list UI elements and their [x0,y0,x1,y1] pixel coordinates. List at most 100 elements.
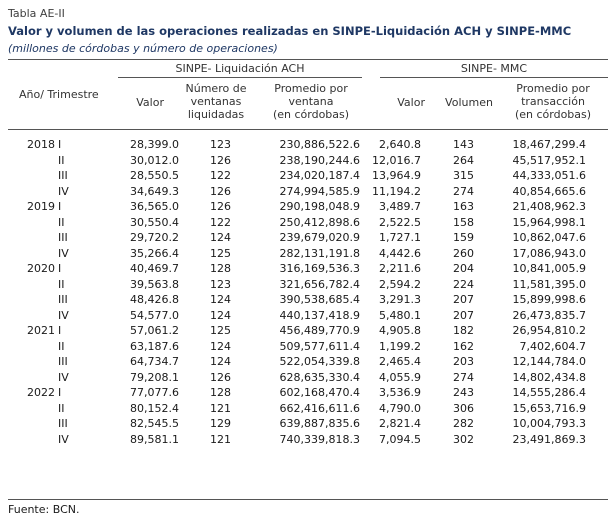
cell-mmc-promedio: 10,004,793.3 [512,417,586,431]
cell-mmc-promedio: 15,653,716.9 [512,401,586,415]
cell-ach-valor: 28,550.5 [130,169,179,183]
cell-ach-numero: 124 [210,339,231,353]
cell-year [0,230,55,246]
cell-mmc-promedio: 10,841,005.9 [512,262,586,276]
cell-mmc-valor: 4,442.6 [379,246,421,260]
cell-ach-valor: 89,581.1 [130,432,179,446]
cell-ach-valor: 63,187.6 [130,339,179,353]
cell-mmc-valor: 2,522.5 [379,215,421,229]
cell-ach-promedio: 321,656,782.4 [279,277,360,291]
cell-quarter: II [58,401,65,415]
group-mmc-rule [380,77,608,78]
cell-quarter: IV [58,432,69,446]
data-table-body: 2018 I 28,399.0 123 230,886,522.6 2,640.8 143 1… [0,137,586,447]
cell-mmc-promedio: 7,402,604.7 [519,339,586,353]
cell-quarter: II [58,153,65,167]
cell-ach-promedio: 390,538,685.4 [279,293,360,307]
cell-year [0,416,55,432]
cell-year [0,370,55,386]
source-note: Fuente: BCN. [8,503,80,516]
cell-ach-valor: 79,208.1 [130,370,179,384]
cell-ach-promedio: 662,416,611.6 [279,401,360,415]
cell-ach-promedio: 282,131,191.8 [279,246,360,260]
cell-ach-numero: 121 [210,432,231,446]
cell-mmc-promedio: 23,491,869.3 [512,432,586,446]
cell-mmc-valor: 2,821.4 [379,417,421,431]
table-row: III 64,734.7 124 522,054,339.8 2,465.4 203 12,… [0,354,586,370]
cell-mmc-volumen: 162 [453,339,474,353]
cell-mmc-promedio: 15,964,998.1 [512,215,586,229]
header-ach-valor: Valor [136,96,164,109]
cell-ach-numero: 126 [210,370,231,384]
cell-year [0,184,55,200]
table-row: III 82,545.5 129 639,887,835.6 2,821.4 282 10,… [0,416,586,432]
table-row: 2020 I 40,469.7 128 316,169,536.3 2,211.6 204 1… [0,261,586,277]
cell-mmc-volumen: 243 [453,386,474,400]
header-mmc-valor: Valor [397,96,425,109]
cell-ach-numero: 128 [210,262,231,276]
cell-ach-valor: 36,565.0 [130,200,179,214]
cell-mmc-valor: 3,489.7 [379,200,421,214]
cell-ach-valor: 82,545.5 [130,417,179,431]
cell-year [0,308,55,324]
cell-mmc-valor: 2,594.2 [379,277,421,291]
table-row: 2022 I 77,077.6 128 602,168,470.4 3,536.9 243 1… [0,385,586,401]
cell-year [0,277,55,293]
cell-ach-valor: 48,426.8 [130,293,179,307]
cell-ach-numero: 124 [210,231,231,245]
cell-ach-valor: 30,012.0 [130,153,179,167]
cell-mmc-promedio: 26,954,810.2 [512,324,586,338]
cell-ach-promedio: 238,190,244.6 [279,153,360,167]
cell-mmc-volumen: 264 [453,153,474,167]
cell-ach-numero: 125 [210,324,231,338]
table-row: IV 54,577.0 124 440,137,418.9 5,480.1 207 26,4… [0,308,586,324]
cell-ach-promedio: 274,994,585.9 [279,184,360,198]
cell-ach-valor: 77,077.6 [130,386,179,400]
cell-quarter: IV [58,370,69,384]
cell-mmc-volumen: 159 [453,231,474,245]
table-row: IV 34,649.3 126 274,994,585.9 11,194.2 274 40,… [0,184,586,200]
group-header-mmc: SINPE- MMC [460,62,528,75]
table-row: 2021 I 57,061.2 125 456,489,770.9 4,905.8 182 2… [0,323,586,339]
table-row: IV 35,266.4 125 282,131,191.8 4,442.6 260 17,0… [0,246,586,262]
table-row: IV 89,581.1 121 740,339,818.3 7,094.5 302 23,4… [0,432,586,448]
header-ach-promedio: Promedio por ventana (en córdobas) [272,82,350,121]
cell-ach-numero: 122 [210,169,231,183]
cell-ach-promedio: 456,489,770.9 [279,324,360,338]
table-row: II 30,550.4 122 250,412,898.6 2,522.5 158 15,9… [0,215,586,231]
cell-mmc-volumen: 302 [453,432,474,446]
cell-mmc-promedio: 12,144,784.0 [512,355,586,369]
cell-mmc-promedio: 44,333,051.6 [512,169,586,183]
cell-mmc-volumen: 207 [453,308,474,322]
cell-mmc-promedio: 26,473,835.7 [512,308,586,322]
cell-ach-promedio: 522,054,339.8 [279,355,360,369]
cell-mmc-valor: 1,727.1 [379,231,421,245]
cell-mmc-volumen: 182 [453,324,474,338]
cell-mmc-volumen: 143 [453,138,474,152]
table-row: III 28,550.5 122 234,020,187.4 13,964.9 315 44… [0,168,586,184]
cell-ach-valor: 57,061.2 [130,324,179,338]
cell-ach-valor: 40,469.7 [130,262,179,276]
cell-mmc-valor: 7,094.5 [379,432,421,446]
cell-year [0,215,55,231]
cell-ach-numero: 129 [210,417,231,431]
cell-ach-numero: 121 [210,401,231,415]
cell-quarter: III [58,169,68,183]
cell-mmc-promedio: 10,862,047.6 [512,231,586,245]
cell-quarter: III [58,293,68,307]
group-header-ach: SINPE- Liquidación ACH [175,62,305,75]
cell-mmc-promedio: 17,086,943.0 [512,246,586,260]
cell-quarter: IV [58,184,69,198]
cell-mmc-promedio: 18,467,299.4 [512,138,586,152]
table-row: 2018 I 28,399.0 123 230,886,522.6 2,640.8 143 1… [0,137,586,153]
cell-quarter: III [58,355,68,369]
cell-mmc-volumen: 274 [453,184,474,198]
table-bottom-rule [8,499,608,500]
table-row: III 29,720.2 124 239,679,020.9 1,727.1 159 10,… [0,230,586,246]
cell-quarter: II [58,215,65,229]
cell-mmc-volumen: 315 [453,169,474,183]
header-ach-numero: Número de ventanas liquidadas [185,82,247,121]
cell-ach-promedio: 628,635,330.4 [279,370,360,384]
cell-mmc-volumen: 203 [453,355,474,369]
cell-ach-valor: 29,720.2 [130,231,179,245]
